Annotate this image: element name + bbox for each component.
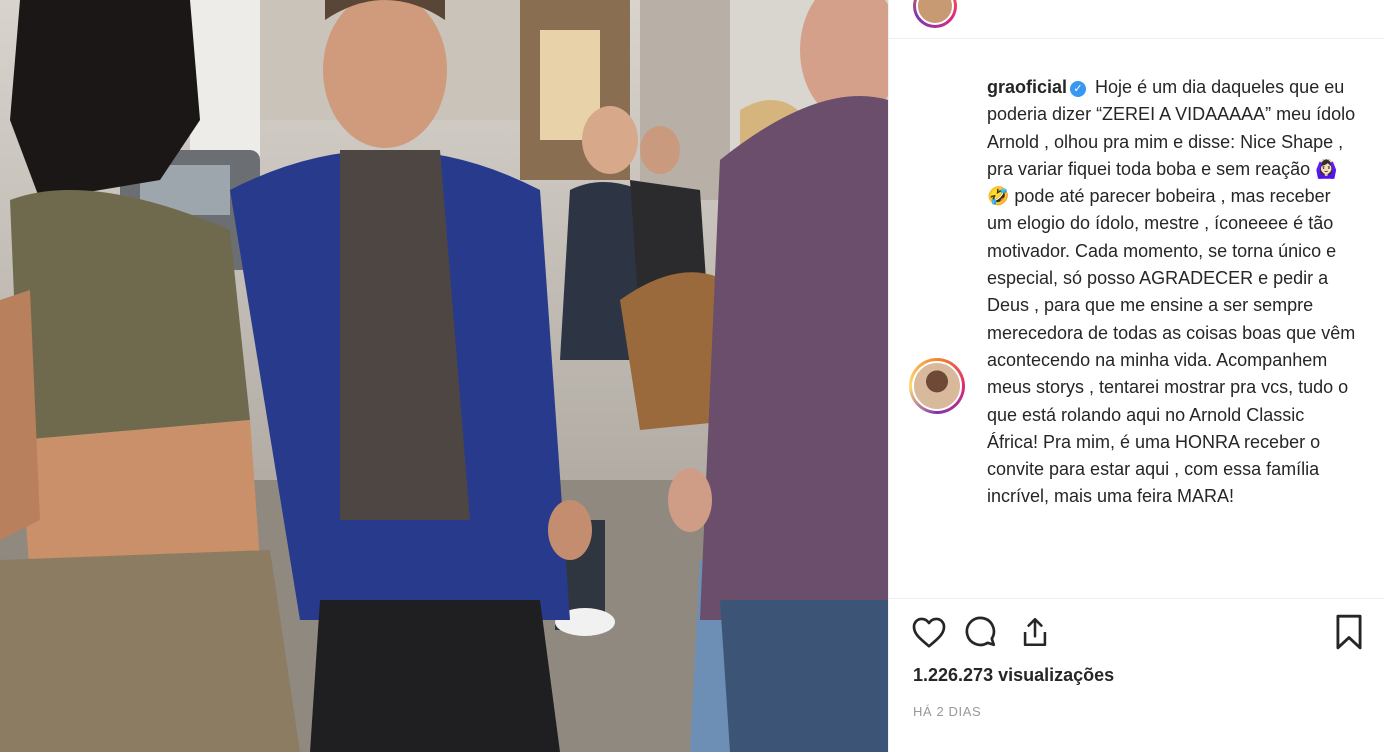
header-avatar[interactable] — [913, 0, 957, 28]
post-caption: graoficial ✓ Hoje é um dia daqueles que e… — [987, 74, 1357, 594]
action-divider — [889, 598, 1384, 599]
share-icon[interactable] — [1015, 612, 1055, 652]
caption-username[interactable]: graoficial — [987, 77, 1067, 97]
verified-badge-icon: ✓ — [1070, 81, 1087, 97]
comment-icon[interactable] — [961, 612, 1001, 652]
header-divider — [889, 38, 1384, 39]
heart-icon[interactable] — [909, 612, 949, 652]
bookmark-icon[interactable] — [1329, 612, 1369, 652]
post-video[interactable] — [0, 0, 888, 752]
post-panel: graoficial ✓ Hoje é um dia daqueles que e… — [888, 0, 1384, 752]
action-bar — [909, 612, 1365, 652]
post-timestamp[interactable]: HÁ 2 DIAS — [913, 704, 981, 719]
view-count[interactable]: 1.226.273 visualizações — [913, 665, 1114, 686]
caption-avatar[interactable] — [909, 358, 965, 414]
caption-text: Hoje é um dia daqueles que eu poderia di… — [987, 77, 1356, 507]
video-frame — [0, 0, 888, 752]
